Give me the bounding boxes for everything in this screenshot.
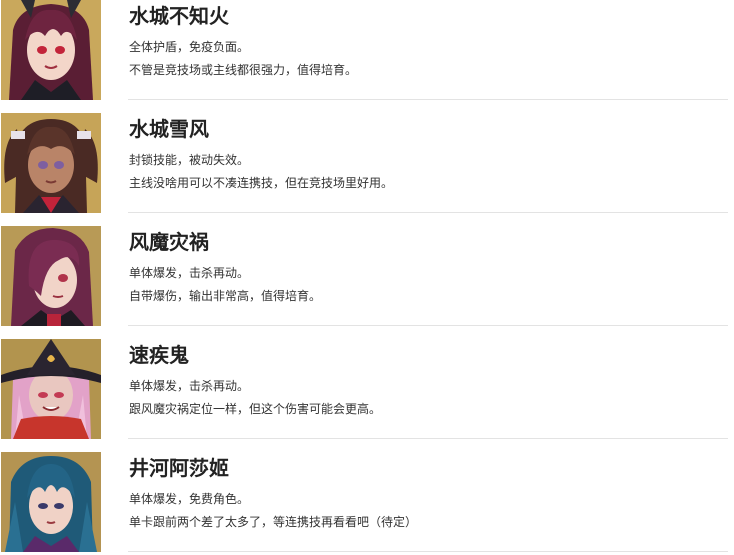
character-name: 风魔灾祸: [129, 230, 209, 254]
character-list: 水城不知火 全体护盾，免疫负面。 不管是竞技场或主线都很强力，值得培育。 水城雪…: [0, 0, 734, 552]
character-skill: 单体爆发，击杀再动。: [129, 379, 250, 393]
character-comment: 自带爆伤，输出非常高，值得培育。: [129, 289, 322, 303]
list-item: 速疾鬼 单体爆发，击杀再动。 跟风魔灾祸定位一样，但这个伤害可能会更高。: [0, 326, 734, 439]
character-name: 井河阿莎姬: [129, 456, 229, 480]
character-name: 水城雪风: [129, 117, 209, 141]
character-info: 风魔灾祸 单体爆发，击杀再动。 自带爆伤，输出非常高，值得培育。: [129, 227, 729, 308]
portrait-igawa-asagi: [1, 452, 101, 552]
divider: [128, 551, 728, 552]
character-info: 水城不知火 全体护盾，免疫负面。 不管是竞技场或主线都很强力，值得培育。: [129, 1, 729, 82]
list-item: 水城雪风 封锁技能，被动失效。 主线没啥用可以不凑连携技，但在竞技场里好用。: [0, 100, 734, 213]
character-skill: 单体爆发，击杀再动。: [129, 266, 250, 280]
character-skill: 全体护盾，免疫负面。: [129, 40, 250, 54]
character-comment: 单卡跟前两个差了太多了，等连携技再看看吧（待定）: [129, 515, 418, 529]
character-comment: 不管是竞技场或主线都很强力，值得培育。: [129, 63, 358, 77]
character-name: 速疾鬼: [129, 343, 189, 367]
character-comment: 主线没啥用可以不凑连携技，但在竞技场里好用。: [129, 176, 394, 190]
portrait-shiranui: [1, 0, 101, 100]
character-info: 速疾鬼 单体爆发，击杀再动。 跟风魔灾祸定位一样，但这个伤害可能会更高。: [129, 340, 729, 421]
character-skill: 封锁技能，被动失效。: [129, 153, 250, 167]
character-comment: 跟风魔灾祸定位一样，但这个伤害可能会更高。: [129, 402, 382, 416]
character-info: 井河阿莎姬 单体爆发，免费角色。 单卡跟前两个差了太多了，等连携技再看看吧（待定…: [129, 453, 729, 534]
character-skill: 单体爆发，免费角色。: [129, 492, 250, 506]
portrait-hayate-oni: [1, 339, 101, 439]
portrait-fuuma-saika: [1, 226, 101, 326]
list-item: 风魔灾祸 单体爆发，击杀再动。 自带爆伤，输出非常高，值得培育。: [0, 213, 734, 326]
character-info: 水城雪风 封锁技能，被动失效。 主线没啥用可以不凑连携技，但在竞技场里好用。: [129, 114, 729, 195]
portrait-yukikaze: [1, 113, 101, 213]
character-name: 水城不知火: [129, 4, 229, 28]
list-item: 水城不知火 全体护盾，免疫负面。 不管是竞技场或主线都很强力，值得培育。: [0, 0, 734, 100]
list-item: 井河阿莎姬 单体爆发，免费角色。 单卡跟前两个差了太多了，等连携技再看看吧（待定…: [0, 439, 734, 552]
